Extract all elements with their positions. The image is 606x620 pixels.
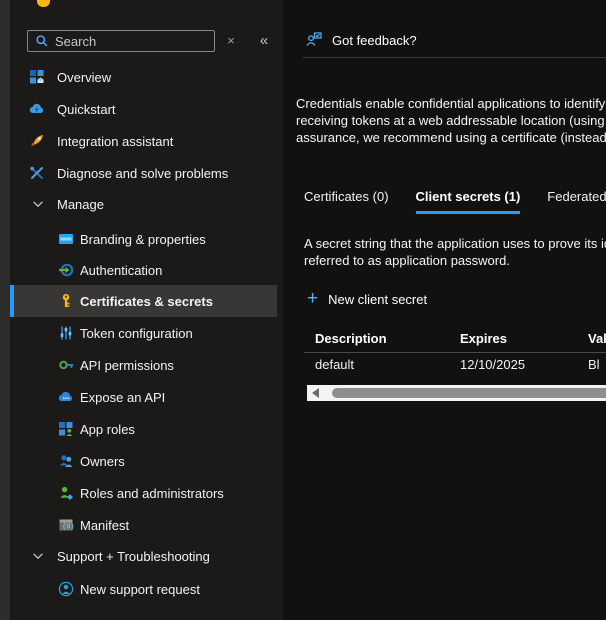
api-permissions-icon [58, 357, 74, 373]
new-client-secret-button[interactable]: + New client secret [307, 291, 427, 307]
sidebar-search-box [27, 30, 215, 52]
plus-icon: + [307, 291, 318, 307]
sidebar-item-new-support-request[interactable]: New support request [10, 573, 283, 605]
sidebar-item-label: New support request [80, 582, 200, 597]
sidebar-item-certificates-secrets[interactable]: Certificates & secrets [10, 285, 277, 317]
chevron-down-icon [31, 197, 45, 211]
column-header-expires: Expires [460, 331, 507, 346]
sidebar-item-token-configuration[interactable]: Token configuration [10, 317, 283, 349]
rocket-icon [29, 133, 45, 149]
app-roles-icon [58, 421, 74, 437]
sidebar-item-label: Manifest [80, 518, 129, 533]
roles-administrators-icon [58, 485, 74, 501]
branding-icon [58, 231, 74, 247]
sidebar-item-label: Diagnose and solve problems [57, 166, 228, 181]
tab-client-secrets[interactable]: Client secrets (1) [416, 189, 521, 214]
scrollbar-thumb[interactable] [332, 388, 606, 398]
header-divider [303, 57, 606, 58]
token-configuration-icon [58, 325, 74, 341]
search-icon [35, 34, 49, 48]
sidebar-item-app-roles[interactable]: App roles [10, 413, 283, 445]
description-line: A secret string that the application use… [304, 235, 606, 252]
sidebar-item-overview[interactable]: Overview [10, 61, 283, 93]
credentials-tabs: Certificates (0) Client secrets (1) Fede… [304, 189, 606, 214]
got-feedback-link[interactable]: Got feedback? [305, 31, 417, 49]
tab-certificates[interactable]: Certificates (0) [304, 189, 389, 214]
sidebar-item-label: Owners [80, 454, 125, 469]
secrets-table-header: Description Expires Value [304, 327, 606, 353]
credentials-intro-text: Credentials enable confidential applicat… [296, 95, 606, 146]
support-person-icon [58, 581, 74, 597]
authentication-icon [58, 262, 74, 278]
sidebar-item-quickstart[interactable]: Quickstart [10, 93, 283, 125]
intro-line: receiving tokens at a web addressable lo… [296, 112, 606, 129]
feedback-person-icon [305, 31, 323, 49]
secret-table-row: default 12/10/2025 Bl [304, 353, 606, 384]
secret-expires-cell: 12/10/2025 [460, 357, 525, 372]
new-client-secret-label: New client secret [328, 292, 427, 307]
sidebar-item-label: Roles and administrators [80, 486, 224, 501]
sidebar-item-roles-administrators[interactable]: Roles and administrators [10, 477, 283, 509]
expose-api-cloud-icon [58, 389, 74, 405]
sidebar-item-label: Quickstart [57, 102, 116, 117]
blade-content: Got feedback? Credentials enable confide… [283, 0, 606, 620]
sidebar-item-label: API permissions [80, 358, 174, 373]
column-header-description: Description [315, 331, 387, 346]
sidebar-group-manage[interactable]: Manage [10, 188, 283, 220]
sidebar-group-label: Support + Troubleshooting [57, 549, 210, 564]
svg-text:{0}: {0} [62, 523, 74, 531]
sidebar-item-label: Overview [57, 70, 111, 85]
overview-icon [29, 69, 45, 85]
horizontal-scrollbar[interactable] [307, 385, 606, 401]
sidebar-item-label: Certificates & secrets [80, 294, 213, 309]
sidebar-item-branding[interactable]: Branding & properties [10, 223, 283, 255]
chevron-down-icon [31, 549, 45, 563]
sidebar-group-support-troubleshooting[interactable]: Support + Troubleshooting [10, 540, 283, 572]
sidebar-item-label: Branding & properties [80, 232, 206, 247]
azure-portal-window: × « Overview Quickstart [0, 0, 606, 620]
secret-value-cell: Bl [588, 357, 600, 372]
sidebar-group-label: Manage [57, 197, 104, 212]
sidebar-item-api-permissions[interactable]: API permissions [10, 349, 283, 381]
intro-line: assurance, we recommend using a certific… [296, 129, 606, 146]
blade-sidebar: × « Overview Quickstart [10, 0, 283, 620]
intro-line: Credentials enable confidential applicat… [296, 95, 606, 112]
quickstart-cloud-icon [29, 101, 45, 117]
sidebar-item-label: Expose an API [80, 390, 165, 405]
collapse-sidebar-icon[interactable]: « [253, 31, 273, 51]
sidebar-item-label: Authentication [80, 263, 162, 278]
client-secret-description: A secret string that the application use… [304, 235, 606, 269]
got-feedback-label: Got feedback? [332, 33, 417, 48]
tools-icon [29, 165, 45, 181]
sidebar-item-label: Integration assistant [57, 134, 173, 149]
search-clear-icon[interactable]: × [222, 31, 240, 51]
sidebar-item-label: App roles [80, 422, 135, 437]
sidebar-item-integration-assistant[interactable]: Integration assistant [10, 125, 283, 157]
manifest-icon: {0} [58, 517, 74, 533]
owners-people-icon [58, 453, 74, 469]
portal-menu-edge [0, 0, 10, 620]
secret-description-cell: default [315, 357, 354, 372]
column-header-value: Value [588, 331, 606, 346]
sidebar-item-owners[interactable]: Owners [10, 445, 283, 477]
description-line: referred to as application password. [304, 252, 606, 269]
key-icon [37, 0, 50, 7]
sidebar-item-diagnose[interactable]: Diagnose and solve problems [10, 157, 283, 189]
key-icon [58, 293, 74, 309]
sidebar-item-authentication[interactable]: Authentication [10, 254, 283, 286]
tab-federated-credentials[interactable]: Federated credentials (0) [547, 189, 606, 214]
search-input[interactable] [55, 34, 214, 49]
scroll-left-arrow-icon[interactable] [312, 388, 319, 398]
sidebar-item-expose-api[interactable]: Expose an API [10, 381, 283, 413]
sidebar-item-label: Token configuration [80, 326, 193, 341]
sidebar-item-manifest[interactable]: {0} Manifest [10, 509, 283, 541]
